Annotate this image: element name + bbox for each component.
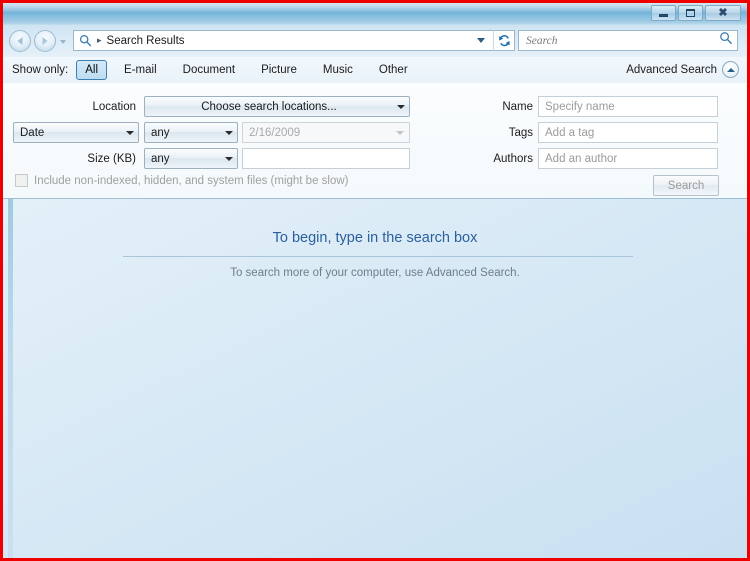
advanced-search-label: Advanced Search [626,63,717,76]
authors-input[interactable]: Add an author [538,148,718,169]
chevron-down-icon [221,130,237,135]
maximize-button[interactable] [678,5,703,21]
authors-placeholder: Add an author [545,152,618,165]
authors-label: Authors [493,153,533,165]
breadcrumb[interactable]: Search Results [107,35,185,47]
advanced-search-panel: Location Choose search locations... Date… [3,83,747,199]
show-only-label: Show only: [12,64,69,76]
search-input-placeholder: Search [526,34,558,47]
name-label: Name [502,101,533,113]
advanced-search-collapse-button[interactable] [722,61,739,78]
include-nonindexed-row[interactable]: Include non-indexed, hidden, and system … [15,174,349,187]
location-label: Location [92,101,136,113]
title-bar: ✖ [3,3,747,26]
refresh-icon [498,34,510,46]
chevron-down-icon [122,130,138,135]
include-nonindexed-checkbox[interactable] [15,174,28,187]
filter-tab-document[interactable]: Document [174,60,244,80]
name-placeholder: Specify name [545,100,615,113]
search-button[interactable]: Search [653,175,719,196]
screenshot-root: ✖ ▸ Search Results Search Show only: All… [0,0,750,561]
forward-button[interactable] [34,30,56,52]
chevron-down-icon [477,38,485,43]
chevron-down-icon [393,104,409,109]
window-controls: ✖ [649,5,741,21]
tags-input[interactable]: Add a tag [538,122,718,143]
date-value-picker[interactable]: 2/16/2009 [242,122,410,143]
size-value-input[interactable] [242,148,410,169]
filter-tab-other[interactable]: Other [370,60,417,80]
results-content-area: To begin, type in the search box To sear… [3,199,747,558]
chevron-down-icon [221,156,237,161]
search-input[interactable]: Search [518,30,738,51]
advanced-search-toggle[interactable]: Advanced Search [626,61,739,78]
date-operator-value: any [151,126,170,139]
tags-placeholder: Add a tag [545,126,595,139]
chevron-down-icon [396,130,404,135]
minimize-icon [659,13,668,17]
back-button[interactable] [9,30,31,52]
include-nonindexed-label: Include non-indexed, hidden, and system … [34,174,349,187]
name-input[interactable]: Specify name [538,96,718,117]
location-value: Choose search locations... [201,100,337,113]
empty-state-subtext: To search more of your computer, use Adv… [230,267,520,279]
show-only-filter-bar: Show only: All E-mail Document Picture M… [3,57,747,84]
explorer-window: ✖ ▸ Search Results Search Show only: All… [3,3,747,558]
filter-tab-picture[interactable]: Picture [252,60,306,80]
location-combobox[interactable]: Choose search locations... [144,96,410,117]
date-kind-value: Date [20,126,45,139]
date-value: 2/16/2009 [249,126,301,139]
forward-arrow-icon [42,37,48,45]
date-kind-combobox[interactable]: Date [13,122,139,143]
search-button-label: Search [667,179,705,192]
maximize-icon [686,9,695,17]
date-operator-combobox[interactable]: any [144,122,238,143]
filter-tab-all[interactable]: All [76,60,108,80]
close-button[interactable]: ✖ [705,5,741,21]
chevron-up-icon [726,67,735,72]
left-accent-strip [8,199,13,558]
empty-state-divider [123,256,633,257]
size-operator-value: any [151,152,170,165]
search-icon [79,34,92,47]
minimize-button[interactable] [651,5,676,21]
search-submit-icon[interactable] [719,31,733,50]
breadcrumb-separator-icon: ▸ [97,35,102,45]
size-label: Size (KB) [87,153,136,165]
size-operator-combobox[interactable]: any [144,148,238,169]
address-breadcrumb-bar[interactable]: ▸ Search Results [73,30,493,51]
title-bar-sheen [3,3,747,13]
back-arrow-icon [17,37,23,45]
tags-label: Tags [508,127,533,139]
recent-pages-chevron-down-icon[interactable] [60,40,66,44]
address-bar: ▸ Search Results Search [3,25,747,58]
empty-state-headline: To begin, type in the search box [272,230,478,246]
address-history-dropdown[interactable] [469,30,493,51]
refresh-button[interactable] [493,30,515,51]
filter-tab-music[interactable]: Music [314,60,362,80]
filter-tab-email[interactable]: E-mail [115,60,166,80]
close-icon: ✖ [718,6,728,19]
